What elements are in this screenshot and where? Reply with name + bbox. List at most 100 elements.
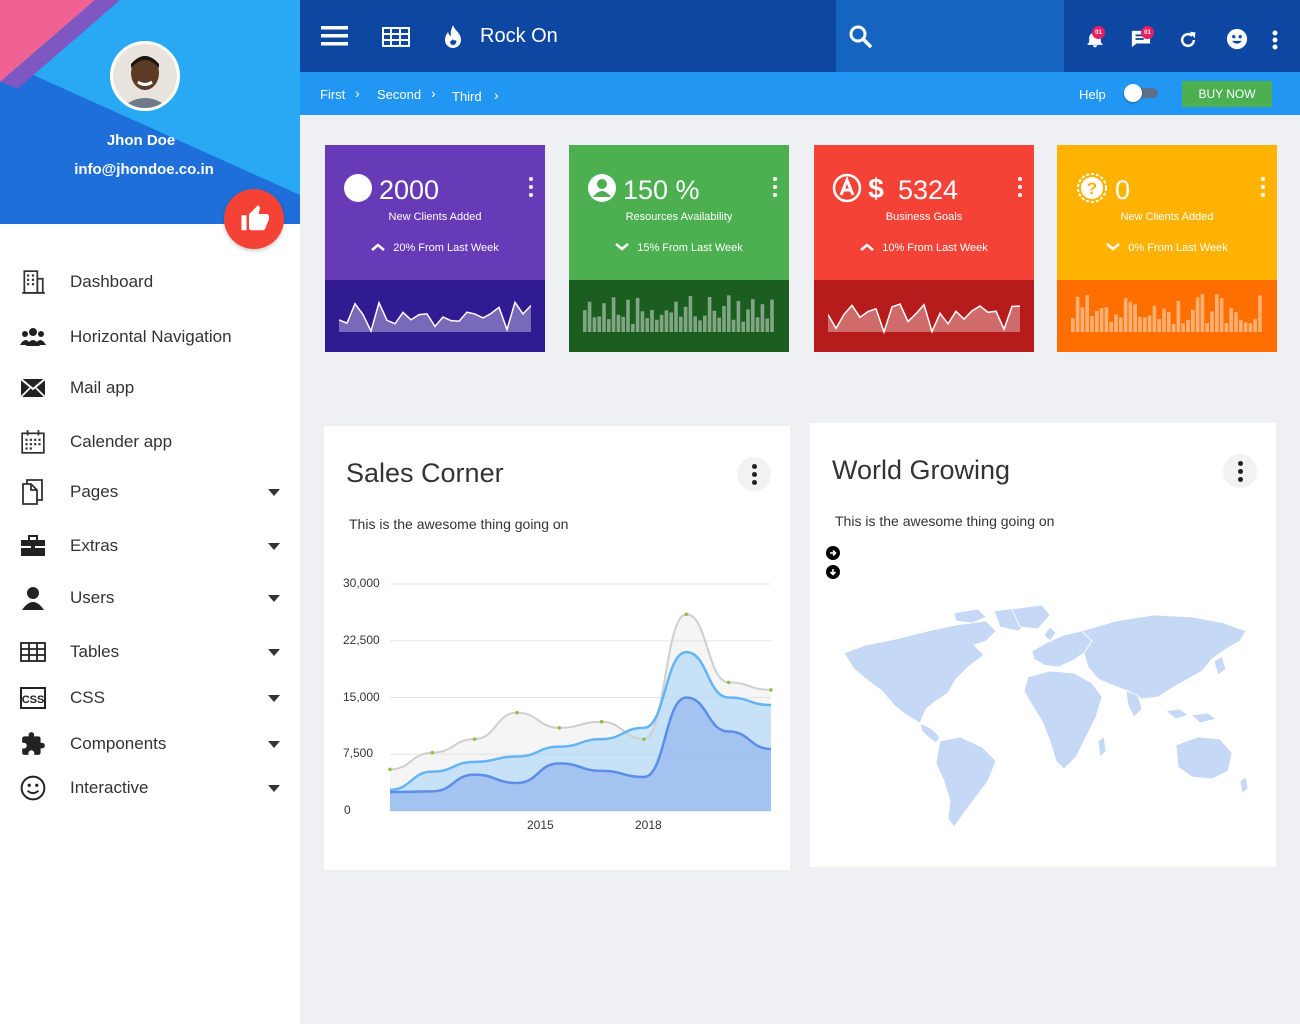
sparkline	[828, 303, 1020, 335]
sidebar-item-users[interactable]: Users	[0, 578, 300, 618]
y-tick-label: 30,000	[343, 576, 380, 590]
stat-trend: 10% From Last Week	[814, 242, 1034, 254]
circle-icon	[343, 173, 373, 208]
sidebar-item-label: Calender app	[70, 432, 173, 451]
breadcrumb-item-first[interactable]: First	[320, 87, 345, 102]
more-vertical-icon[interactable]	[1223, 454, 1257, 488]
help-link[interactable]: Help	[1079, 87, 1106, 102]
y-tick-label: 22,500	[343, 632, 380, 647]
sidebar-item-pages[interactable]: Pages	[0, 472, 300, 512]
message-badge: 01	[1141, 26, 1154, 39]
sparkline	[583, 295, 774, 332]
caret-down-icon[interactable]	[268, 784, 280, 792]
sidebar-item-mail-app[interactable]: Mail app	[0, 368, 300, 408]
caret-down-icon[interactable]	[268, 648, 280, 656]
thumbs-up-icon	[241, 205, 269, 231]
y-tick-label: 7,500	[343, 746, 374, 761]
stat-card[interactable]: $5324 Business Goals 10% From Last Week	[814, 145, 1034, 352]
panel-subtitle: This is the awesome thing going on	[835, 513, 1055, 529]
arrow-down-icon[interactable]	[826, 565, 840, 579]
profile-email: info@jhondoe.co.in	[74, 161, 214, 178]
breadcrumb: First › Second › Third › Help BUY NOW	[300, 72, 1300, 115]
caret-down-icon[interactable]	[268, 594, 280, 602]
stat-trend-text: 0% From Last Week	[1128, 242, 1228, 254]
stat-description: New Clients Added	[1120, 211, 1214, 223]
breadcrumb-item-second[interactable]: Second	[377, 87, 421, 102]
series-point	[642, 737, 646, 741]
app-title: Rock On	[480, 25, 558, 47]
svg-text:CSS: CSS	[22, 694, 45, 706]
avatar[interactable]	[110, 41, 180, 111]
series-point	[515, 710, 519, 715]
help-circle-icon: ?	[1075, 173, 1109, 208]
stat-card[interactable]: ? 0 New Clients Added 0% From Last Week	[1057, 145, 1277, 352]
buy-now-button[interactable]: BUY NOW	[1182, 81, 1272, 107]
stat-card[interactable]: 150 % Resources Availability 15% From Last…	[569, 145, 789, 352]
stat-value: 5324	[898, 175, 959, 205]
more-vertical-icon[interactable]	[1272, 30, 1278, 50]
sidebar: Jhon Doe info@jhondoe.co.in Dashboard Hor…	[0, 0, 300, 1024]
sidebar-item-calender-app[interactable]: Calender app	[0, 422, 300, 462]
more-vertical-icon[interactable]	[1018, 177, 1022, 197]
more-vertical-icon[interactable]	[1261, 177, 1265, 197]
chevron-right-icon: ›	[355, 85, 360, 101]
more-vertical-icon[interactable]	[529, 177, 533, 197]
stat-card[interactable]: 2000 New Clients Added 20% From Last Week	[325, 145, 545, 352]
sidebar-item-interactive[interactable]: Interactive	[0, 768, 300, 808]
stat-trend: 15% From Last Week	[569, 242, 789, 254]
search-area[interactable]	[836, 0, 1064, 72]
user-icon	[19, 584, 47, 612]
stat-trend: 20% From Last Week	[325, 242, 545, 254]
arrow-right-icon[interactable]	[826, 546, 840, 560]
sparkline-area	[569, 280, 789, 352]
stat-trend: 0% From Last Week	[1057, 242, 1277, 254]
sidebar-item-horizontal-navigation[interactable]: Horizontal Navigation	[0, 317, 300, 357]
stat-description: New Clients Added	[388, 211, 482, 223]
grid-icon[interactable]	[382, 26, 410, 48]
sidebar-item-label: Users	[70, 588, 115, 607]
series-point	[430, 750, 435, 755]
caret-down-icon[interactable]	[268, 740, 280, 748]
stat-value: 150 %	[623, 175, 700, 205]
sales-area-chart	[388, 583, 773, 812]
like-button[interactable]	[224, 189, 284, 249]
series-point	[726, 680, 731, 685]
rating-dollar-icon: $	[832, 173, 892, 208]
sidebar-item-label: Tables	[70, 642, 120, 661]
sidebar-item-dashboard[interactable]: Dashboard	[0, 262, 300, 302]
y-tick-label: 0	[344, 803, 351, 817]
sidebar-item-label: Pages	[70, 482, 119, 501]
caret-down-icon[interactable]	[268, 542, 280, 550]
smiley-icon[interactable]	[1225, 27, 1249, 51]
search-icon[interactable]	[848, 24, 872, 48]
stat-value: 0	[1115, 175, 1131, 205]
help-toggle[interactable]	[1124, 84, 1160, 102]
series-point	[769, 688, 773, 692]
series-point	[472, 737, 477, 741]
sidebar-item-components[interactable]: Components	[0, 724, 300, 764]
sidebar-item-label: Components	[70, 734, 167, 753]
sidebar-item-extras[interactable]: Extras	[0, 526, 300, 566]
sidebar-item-label: CSS	[70, 688, 105, 707]
menu-icon[interactable]	[320, 24, 348, 48]
sparkline-area	[814, 280, 1034, 352]
more-vertical-icon[interactable]	[773, 177, 777, 197]
sparkline-area	[1057, 280, 1277, 352]
refresh-icon[interactable]	[1177, 29, 1199, 51]
series-point	[684, 612, 689, 617]
sparkline-area	[325, 280, 545, 352]
users-group-icon	[19, 323, 47, 351]
stat-description: Business Goals	[885, 211, 963, 223]
caret-down-icon[interactable]	[268, 488, 280, 496]
chevron-right-icon: ›	[494, 87, 499, 103]
breadcrumb-item-third[interactable]: Third	[452, 89, 482, 104]
panel-title: World Growing	[832, 455, 1011, 485]
y-tick-label: 15,000	[343, 689, 380, 704]
chevron-down-icon	[615, 242, 637, 254]
sidebar-item-css[interactable]: CSS CSS	[0, 678, 300, 718]
series-point	[557, 725, 562, 730]
sidebar-item-label: Horizontal Navigation	[70, 327, 232, 346]
caret-down-icon[interactable]	[268, 694, 280, 702]
stat-description: Resources Availability	[625, 211, 733, 223]
sidebar-item-tables[interactable]: Tables	[0, 632, 300, 672]
